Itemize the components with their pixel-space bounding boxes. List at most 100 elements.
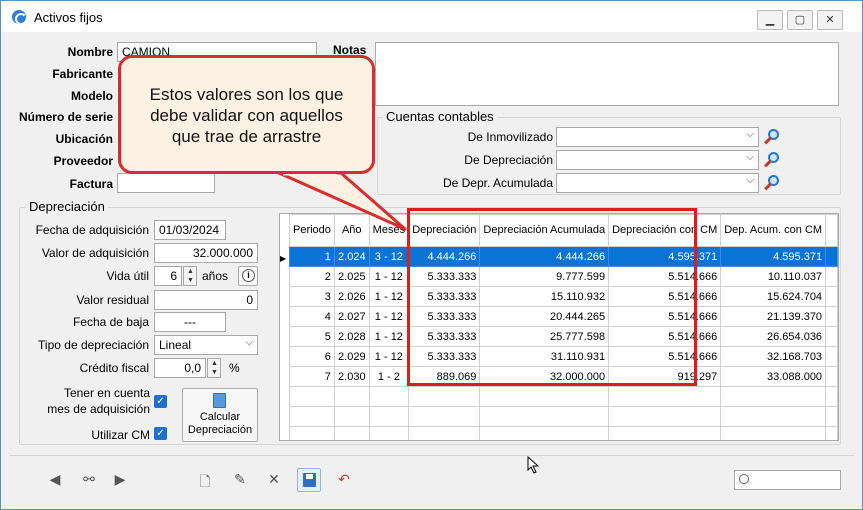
window: Activos fijos ▁ ▢ ✕ Nombre CAMION Fabric… [0,0,863,510]
close-icon: ✕ [825,14,835,26]
depreciacion-combo[interactable]: ⌵ [556,150,759,170]
bottom-toolbar: ◀ ⚯ ▶ 🗋 ✎ ✕ ↶ [9,455,854,499]
delete-button[interactable]: ✕ [262,468,286,492]
proveedor-label: Proveedor [53,154,113,168]
utilizar-cm-checkbox[interactable]: ✓ [154,427,167,440]
cell-dep-acum-cm[interactable]: 32.168.703 [720,346,827,367]
pencil-icon: ✎ [234,471,246,487]
tener-cuenta-label-2: mes de adquisición [47,402,150,416]
cell-dep-acum-cm[interactable]: 4.595.371 [720,246,827,267]
previous-button[interactable]: ◀ [43,468,67,492]
cell-empty [479,426,610,440]
delete-icon: ✕ [268,471,280,487]
calcular-depreciacion-button[interactable]: Calcular Depreciación [182,388,258,442]
maximize-button[interactable]: ▢ [787,10,813,30]
factura-field[interactable] [117,173,215,193]
cell-empty [408,426,481,440]
cell-ano[interactable]: 2.030 [333,366,370,387]
cell-ano[interactable]: 2.029 [333,346,370,367]
modelo-label: Modelo [71,89,113,103]
valor-adquisicion-label: Valor de adquisición [41,246,149,260]
cell-periodo[interactable]: 2 [289,266,335,287]
cell-periodo[interactable]: 5 [289,326,335,347]
tipo-depreciacion-value: Lineal [159,338,192,352]
tener-cuenta-label-1: Tener en cuenta [63,386,150,400]
cell-periodo[interactable]: 3 [289,286,335,307]
cell-empty [368,426,410,440]
close-button[interactable]: ✕ [817,10,843,30]
floppy-icon [303,473,316,487]
cell-periodo[interactable]: 7 [289,366,335,387]
binoculars-icon: ⚯ [83,471,95,487]
cell-empty [368,406,410,427]
inmovilizado-combo[interactable]: ⌵ [556,127,759,147]
cell-ano[interactable]: 2.024 [333,246,370,267]
cell-dep-acum-cm[interactable]: 10.110.037 [720,266,827,287]
nombre-label: Nombre [67,45,113,59]
find-button[interactable]: ⚯ [77,468,101,492]
search-icon[interactable] [763,151,781,169]
cell-meses[interactable]: 1 - 2 [368,366,410,387]
vida-util-stepper[interactable]: ▲ ▼ [183,266,197,286]
undo-button[interactable]: ↶ [332,468,356,492]
vida-util-label: Vida útil [106,269,149,283]
maximize-icon: ▢ [794,14,806,26]
cell-empty [608,426,722,440]
cell-meses[interactable]: 1 - 12 [368,326,410,347]
window-title: Activos fijos [34,10,103,25]
fecha-adquisicion-label: Fecha de adquisición [35,223,149,237]
valor-adquisicion-field[interactable]: 32.000.000 [154,243,258,263]
cell-dep-acum-cm[interactable]: 26.654.036 [720,326,827,347]
cell-periodo[interactable]: 4 [289,306,335,327]
cell-ano[interactable]: 2.026 [333,286,370,307]
cell-empty [289,426,335,440]
cell-meses[interactable]: 1 - 12 [368,266,410,287]
vida-util-field[interactable]: 6 [154,266,182,286]
fecha-baja-field[interactable]: --- [154,312,226,332]
cell-dep-acum-cm[interactable]: 21.139.370 [720,306,827,327]
cell-dep-acum-cm[interactable]: 15.624.704 [720,286,827,307]
cell-empty [608,386,722,407]
cell-meses[interactable]: 1 - 12 [368,306,410,327]
cell-empty [333,426,370,440]
fecha-adquisicion-field[interactable]: 01/03/2024 [154,220,226,240]
save-button[interactable] [297,468,321,492]
search-icon [739,474,749,484]
cell-periodo[interactable]: 6 [289,346,335,367]
cell-empty [479,406,610,427]
arrow-left-icon: ◀ [49,471,61,487]
fabricante-label: Fabricante [52,67,113,81]
next-button[interactable]: ▶ [108,468,132,492]
credito-fiscal-field[interactable]: 0,0 [154,358,206,378]
minimize-button[interactable]: ▁ [757,10,783,30]
calcular-label-1: Calcular [199,411,241,423]
cell-meses[interactable]: 1 - 12 [368,286,410,307]
info-button[interactable]: i [238,266,258,286]
factura-label: Factura [69,177,113,191]
search-icon[interactable] [763,174,781,192]
cell-periodo[interactable]: 1 [289,246,335,267]
cell-meses[interactable]: 3 - 12 [368,246,410,267]
cell-empty [825,426,838,440]
credito-fiscal-stepper[interactable]: ▲ ▼ [207,358,221,378]
cell-empty [368,386,410,407]
cell-ano[interactable]: 2.028 [333,326,370,347]
depr-acumulada-combo[interactable]: ⌵ [556,173,759,193]
search-input[interactable] [734,470,841,490]
tipo-depreciacion-select[interactable]: Lineal ⌵ [154,335,258,355]
cell-meses[interactable]: 1 - 12 [368,346,410,367]
cell-ano[interactable]: 2.027 [333,306,370,327]
column-header-dep-acum-cm[interactable]: Dep. Acum. con CM [720,214,827,247]
callout-annotation: Estos valores son los que debe validar c… [118,55,375,174]
tener-cuenta-checkbox[interactable]: ✓ [154,395,167,408]
cell-dep-acum-cm[interactable]: 33.088.000 [720,366,827,387]
notas-textarea[interactable] [375,42,839,106]
valor-residual-label: Valor residual [76,293,149,307]
new-button[interactable]: 🗋 [193,468,217,492]
chevron-down-icon: ⌵ [746,129,754,140]
edit-button[interactable]: ✎ [228,468,252,492]
calcular-label-2: Depreciación [187,424,253,436]
valor-residual-field[interactable]: 0 [154,290,258,310]
search-icon[interactable] [763,128,781,146]
cell-ano[interactable]: 2.025 [333,266,370,287]
